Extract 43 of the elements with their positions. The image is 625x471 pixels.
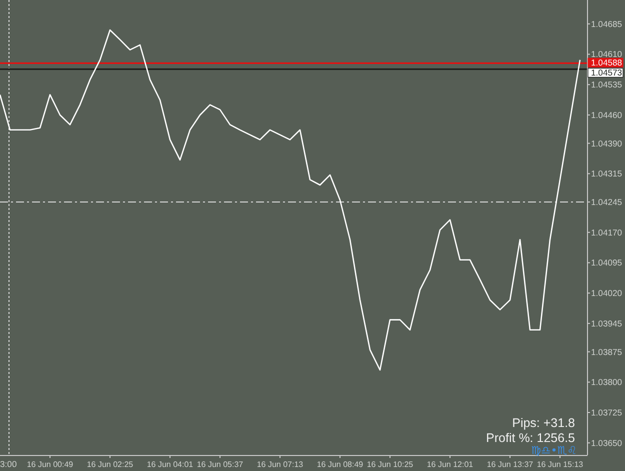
x-tick-label: 16 Jun 07:13 (256, 460, 304, 469)
time-axis-label: 16 Jun 02:25 (86, 454, 134, 469)
y-tick-label: 1.04245 (591, 196, 622, 207)
time-axis-label: 16 Jun 08:49 (316, 454, 364, 469)
price-axis-label: 1.04020 (586, 288, 622, 298)
price-axis-label: 1.04245 (586, 197, 622, 207)
price-axis-label: 1.04610 (586, 49, 622, 60)
x-tick-label: 16 Jun 00:49 (26, 460, 74, 469)
price-axis-label: 1.04685 (586, 18, 622, 29)
price-axis-label: 1.04095 (586, 258, 622, 268)
price-axis-label: 1.04535 (586, 80, 622, 90)
price-axis-label: 1.04460 (586, 110, 622, 120)
time-axis-label: 3:00 (0, 459, 17, 469)
price-axis-label: 1.03725 (586, 408, 622, 418)
zodiac-signs-text: ♍♎•♏♌ (531, 444, 577, 457)
price-axis-label: 1.04390 (586, 138, 622, 148)
profit-text: Profit %: 1256.5 (486, 431, 575, 445)
time-axis-label: 16 Jun 04:01 (146, 454, 194, 469)
price-axis-label: 1.04315 (586, 168, 622, 179)
price-axis-label: 1.04170 (586, 227, 622, 238)
price-axis-label: 1.03800 (586, 377, 622, 388)
x-tick-label: 16 Jun 12:01 (426, 460, 474, 469)
x-tick-label: 16 Jun 05:37 (196, 460, 244, 469)
pips-text: Pips: +31.8 (512, 416, 575, 430)
price-axis-label: 1.03650 (586, 438, 622, 448)
x-tick-label: 16 Jun 15:13 (536, 460, 584, 469)
x-tick-label: 16 Jun 08:49 (316, 460, 364, 469)
price-tag: 1.04588 (588, 58, 624, 68)
y-tick-label: 1.03725 (591, 407, 622, 418)
x-tick-label: 16 Jun 04:01 (146, 460, 194, 469)
time-axis-label: 16 Jun 10:25 (366, 454, 414, 469)
x-tick-label: 16 Jun 02:25 (86, 460, 134, 469)
time-axis-label: 16 Jun 00:49 (26, 454, 74, 469)
time-axis-label: 16 Jun 05:37 (196, 454, 244, 469)
time-axis-label: 16 Jun 12:01 (426, 454, 474, 469)
time-axis-label: 16 Jun 07:13 (256, 454, 304, 469)
x-tick-label: 16 Jun 10:25 (366, 460, 414, 469)
price-axis-label: 1.03875 (586, 346, 622, 357)
price-tag: 1.04573 (588, 68, 624, 78)
time-axis-label: 16 Jun 13:37 (486, 454, 534, 469)
price-axis-label: 1.03945 (586, 318, 622, 328)
time-axis-label: 16 Jun 15:13 (536, 454, 584, 469)
x-tick-label: 16 Jun 13:37 (486, 460, 534, 469)
